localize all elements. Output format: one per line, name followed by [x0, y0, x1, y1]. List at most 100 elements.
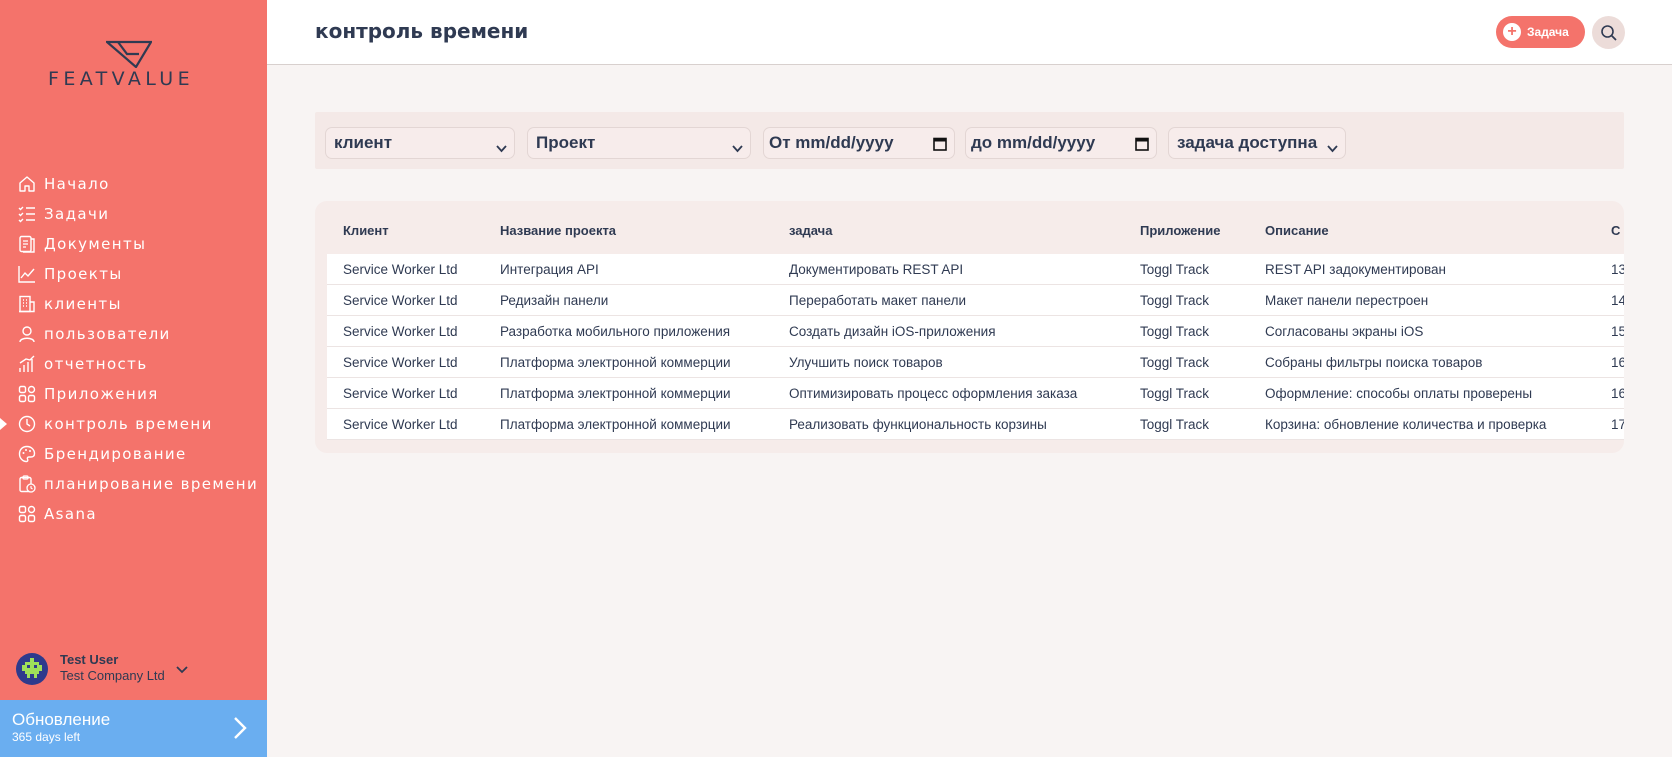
cell-client: Service Worker Ltd [343, 293, 458, 308]
cell-client: Service Worker Ltd [343, 262, 458, 277]
column-header-app[interactable]: Приложение [1140, 223, 1220, 238]
top-header: контроль времени + Задача [267, 0, 1672, 65]
projects-chart-icon [18, 265, 36, 283]
user-icon [18, 325, 36, 343]
table-body: Service Worker Ltd Интеграция API Докуме… [327, 254, 1624, 440]
cell-start: 17 [1611, 417, 1624, 432]
task-status-value: задача доступна [1177, 133, 1318, 152]
user-company: Test Company Ltd [60, 668, 165, 683]
sidebar-item-home[interactable]: Начало [0, 169, 267, 199]
column-header-project[interactable]: Название проекта [500, 223, 616, 238]
cell-app: Toggl Track [1140, 355, 1210, 370]
sidebar-item-label: Брендирование [44, 445, 187, 463]
home-icon [18, 175, 36, 193]
calendar-icon[interactable] [933, 136, 947, 156]
from-date-value: От mm/dd/yyyy [769, 133, 894, 152]
cell-app: Toggl Track [1140, 293, 1210, 308]
column-header-client[interactable]: Клиент [343, 223, 389, 238]
sidebar: FEATVALUE Начало Задачи Документы Проект… [0, 0, 267, 757]
chevron-down-icon [732, 138, 743, 158]
cell-start: 13 [1611, 262, 1624, 277]
search-icon [1600, 24, 1617, 41]
page-title: контроль времени [315, 19, 529, 43]
sidebar-item-tasks[interactable]: Задачи [0, 199, 267, 229]
sidebar-item-users[interactable]: пользователи [0, 319, 267, 349]
sidebar-item-documents[interactable]: Документы [0, 229, 267, 259]
upgrade-banner[interactable]: Обновление 365 days left [0, 700, 267, 757]
sidebar-item-label: отчетность [44, 355, 148, 373]
table-row[interactable]: Service Worker Ltd Платформа электронной… [327, 378, 1624, 409]
time-entries-table: Клиент Название проекта задача Приложени… [315, 201, 1624, 453]
sidebar-item-label: Asana [44, 505, 97, 523]
sidebar-item-label: Документы [44, 235, 147, 253]
to-date-input[interactable]: до mm/dd/yyyy [965, 127, 1157, 159]
project-select[interactable]: Проект [527, 127, 751, 159]
cell-client: Service Worker Ltd [343, 417, 458, 432]
cell-task: Улучшить поиск товаров [789, 355, 943, 370]
cell-description: Макет панели перестроен [1265, 293, 1429, 308]
cell-app: Toggl Track [1140, 386, 1210, 401]
table-row[interactable]: Service Worker Ltd Платформа электронной… [327, 409, 1624, 440]
cell-task: Документировать REST API [789, 262, 964, 277]
add-task-button[interactable]: + Задача [1496, 16, 1585, 48]
clipboard-clock-icon [18, 475, 36, 493]
chevron-down-icon [496, 138, 507, 158]
client-select[interactable]: клиент [325, 127, 515, 159]
calendar-icon[interactable] [1135, 136, 1149, 156]
sidebar-item-time-tracking[interactable]: контроль времени [0, 409, 267, 439]
sidebar-item-label: Задачи [44, 205, 110, 223]
featvalue-logo-icon [106, 40, 152, 68]
sidebar-item-label: контроль времени [44, 415, 213, 433]
sidebar-item-clients[interactable]: клиенты [0, 289, 267, 319]
table-row[interactable]: Service Worker Ltd Разработка мобильного… [327, 316, 1624, 347]
column-header-task[interactable]: задача [789, 223, 832, 238]
cell-description: Оформление: способы оплаты проверены [1265, 386, 1533, 401]
cell-project: Разработка мобильного приложения [500, 324, 731, 339]
palette-icon [18, 445, 36, 463]
tasks-list-icon [18, 205, 36, 223]
from-date-input[interactable]: От mm/dd/yyyy [763, 127, 955, 159]
cell-start: 15 [1611, 324, 1624, 339]
column-header-description[interactable]: Описание [1265, 223, 1329, 238]
chevron-down-icon[interactable] [176, 661, 188, 679]
plus-icon: + [1503, 23, 1521, 41]
task-status-select[interactable]: задача доступна [1168, 127, 1346, 159]
upgrade-title: Обновление [12, 710, 111, 729]
apps-grid-icon [18, 385, 36, 403]
sidebar-item-reports[interactable]: отчетность [0, 349, 267, 379]
project-select-value: Проект [536, 133, 596, 152]
add-task-label: Задача [1527, 25, 1569, 39]
reports-bars-icon [18, 355, 36, 373]
user-name: Test User [60, 652, 119, 667]
sidebar-item-asana[interactable]: Asana [0, 499, 267, 529]
cell-description: Собраны фильтры поиска товаров [1265, 355, 1483, 370]
asana-grid-icon [18, 505, 36, 523]
sidebar-item-label: пользователи [44, 325, 171, 343]
cell-start: 16 [1611, 355, 1624, 370]
cell-task: Создать дизайн iOS-приложения [789, 324, 996, 339]
table-row[interactable]: Service Worker Ltd Интеграция API Докуме… [327, 254, 1624, 285]
sidebar-item-label: планирование времени [44, 475, 259, 493]
search-button[interactable] [1592, 16, 1625, 49]
filter-bar: клиент Проект От mm/dd/yyyy до mm/dd/yyy… [315, 112, 1624, 169]
clients-building-icon [18, 295, 36, 313]
column-header-start[interactable]: С [1611, 223, 1620, 238]
table-row[interactable]: Service Worker Ltd Платформа электронной… [327, 347, 1624, 378]
cell-app: Toggl Track [1140, 324, 1210, 339]
featvalue-logo[interactable]: FEATVALUE [44, 40, 224, 92]
cell-project: Редизайн панели [500, 293, 609, 308]
table-row[interactable]: Service Worker Ltd Редизайн панели Перер… [327, 285, 1624, 316]
chevron-right-icon [233, 716, 247, 745]
cell-description: Корзина: обновление количества и проверк… [1265, 417, 1547, 432]
sidebar-item-branding[interactable]: Брендирование [0, 439, 267, 469]
cell-client: Service Worker Ltd [343, 386, 458, 401]
to-date-value: до mm/dd/yyyy [971, 133, 1096, 152]
user-profile-menu[interactable]: Test User Test Company Ltd [16, 652, 256, 688]
sidebar-item-apps[interactable]: Приложения [0, 379, 267, 409]
cell-project: Платформа электронной коммерции [500, 417, 731, 432]
sidebar-item-time-planning[interactable]: планирование времени [0, 469, 267, 499]
avatar [16, 653, 48, 685]
cell-description: REST API задокументирован [1265, 262, 1446, 277]
cell-project: Платформа электронной коммерции [500, 355, 731, 370]
sidebar-item-projects[interactable]: Проекты [0, 259, 267, 289]
